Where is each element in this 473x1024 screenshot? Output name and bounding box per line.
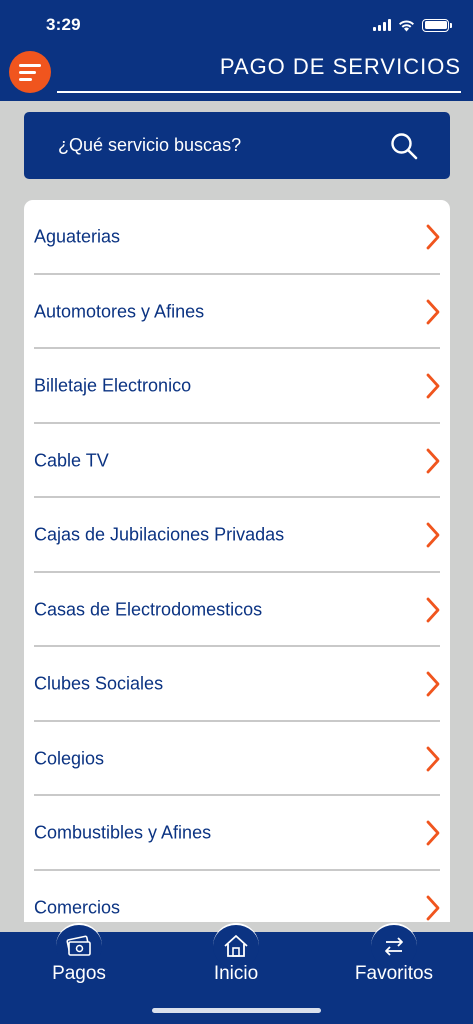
page-title: PAGO DE SERVICIOS bbox=[219, 54, 461, 79]
list-item-label: Colegios bbox=[34, 748, 105, 769]
list-item[interactable]: Aguaterias bbox=[24, 200, 450, 275]
chevron-right-icon bbox=[426, 448, 440, 474]
chevron-right-icon bbox=[426, 522, 440, 548]
list-item-label: Casas de Electrodomesticos bbox=[34, 599, 263, 620]
menu-button[interactable] bbox=[9, 51, 51, 93]
list-item[interactable]: Colegios bbox=[24, 722, 450, 796]
tab-pagos[interactable]: Pagos bbox=[19, 923, 139, 992]
list-item[interactable]: Cajas de Jubilaciones Privadas bbox=[24, 498, 450, 573]
search-bar[interactable] bbox=[24, 112, 450, 179]
status-icons bbox=[373, 16, 452, 34]
tab-inicio[interactable]: Inicio bbox=[176, 923, 296, 992]
chevron-right-icon bbox=[426, 373, 440, 399]
home-indicator bbox=[152, 1008, 321, 1013]
tab-bar: Pagos Inicio Favoritos bbox=[0, 923, 473, 1024]
chevron-right-icon bbox=[426, 299, 440, 325]
tab-favoritos[interactable]: Favoritos bbox=[334, 923, 454, 992]
chevron-right-icon bbox=[426, 597, 440, 623]
list-item-label: Aguaterias bbox=[34, 226, 121, 247]
list-item-label: Comercios bbox=[34, 897, 121, 918]
list-item-label: Cable TV bbox=[34, 450, 109, 471]
home-icon bbox=[224, 935, 248, 957]
list-item[interactable]: Clubes Sociales bbox=[24, 647, 450, 722]
search-input[interactable] bbox=[58, 112, 378, 179]
list-item-label: Combustibles y Afines bbox=[34, 822, 212, 843]
list-item-label: Billetaje Electronico bbox=[34, 375, 192, 396]
wifi-icon bbox=[399, 19, 414, 31]
chevron-right-icon bbox=[426, 895, 440, 921]
status-time: 3:29 bbox=[46, 15, 81, 34]
chevron-right-icon bbox=[426, 224, 440, 250]
list-item[interactable]: Cable TV bbox=[24, 424, 450, 498]
list-item[interactable]: Comercios bbox=[24, 871, 450, 923]
list-item[interactable]: Casas de Electrodomesticos bbox=[24, 573, 450, 647]
header-divider bbox=[57, 91, 461, 93]
tab-label: Inicio bbox=[213, 963, 259, 984]
chevron-right-icon bbox=[426, 746, 440, 772]
tab-label: Favoritos bbox=[354, 963, 434, 984]
tab-label: Pagos bbox=[52, 963, 106, 984]
transfer-arrows-icon bbox=[385, 937, 403, 956]
list-item-label: Automotores y Afines bbox=[34, 301, 205, 322]
list-item[interactable]: Automotores y Afines bbox=[24, 275, 450, 349]
list-item-label: Cajas de Jubilaciones Privadas bbox=[34, 524, 285, 545]
battery-icon bbox=[422, 18, 452, 32]
chevron-right-icon bbox=[426, 820, 440, 846]
signal-icon bbox=[373, 19, 391, 31]
list-item[interactable]: Billetaje Electronico bbox=[24, 349, 450, 424]
services-list: Aguaterias Automotores y Afines Billetaj… bbox=[24, 200, 450, 922]
money-icon bbox=[66, 935, 91, 956]
list-item[interactable]: Combustibles y Afines bbox=[24, 796, 450, 871]
header: 3:29 PAGO DE SERVICIOS bbox=[0, 0, 473, 101]
list-item-label: Clubes Sociales bbox=[34, 673, 164, 694]
search-icon[interactable] bbox=[390, 132, 418, 160]
chevron-right-icon bbox=[426, 671, 440, 697]
